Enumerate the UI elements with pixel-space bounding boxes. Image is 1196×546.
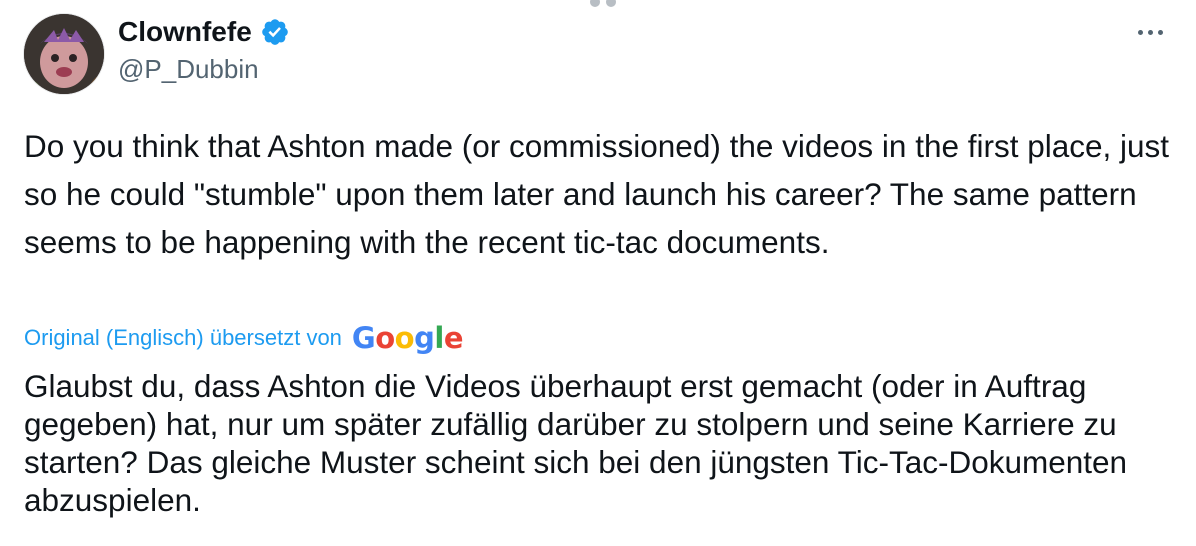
avatar-image (24, 14, 104, 94)
user-handle[interactable]: @P_Dubbin (118, 54, 1176, 85)
more-options-icon (1157, 29, 1163, 35)
more-options-button[interactable] (1132, 18, 1168, 46)
display-name[interactable]: Clownfefe (118, 16, 252, 48)
verified-badge-icon (260, 17, 290, 47)
more-options-icon (1147, 29, 1153, 35)
avatar[interactable] (23, 13, 105, 95)
google-logo: Google (351, 321, 464, 355)
show-original-link[interactable]: Original (Englisch) übersetzt von (24, 325, 342, 351)
more-options-icon (1137, 29, 1143, 35)
tweet-text: Do you think that Ashton made (or commis… (24, 128, 1170, 260)
tweet-header: Clownfefe @P_Dubbin (118, 14, 1176, 94)
name-row: Clownfefe (118, 14, 1176, 50)
tweet-card[interactable]: Clownfefe @P_Dubbin Do you think that As… (0, 0, 1196, 546)
translated-tweet-text: Glaubst du, dass Ashton die Videos überh… (24, 368, 1128, 518)
translation-attribution: Original (Englisch) übersetzt von Google (24, 318, 464, 358)
